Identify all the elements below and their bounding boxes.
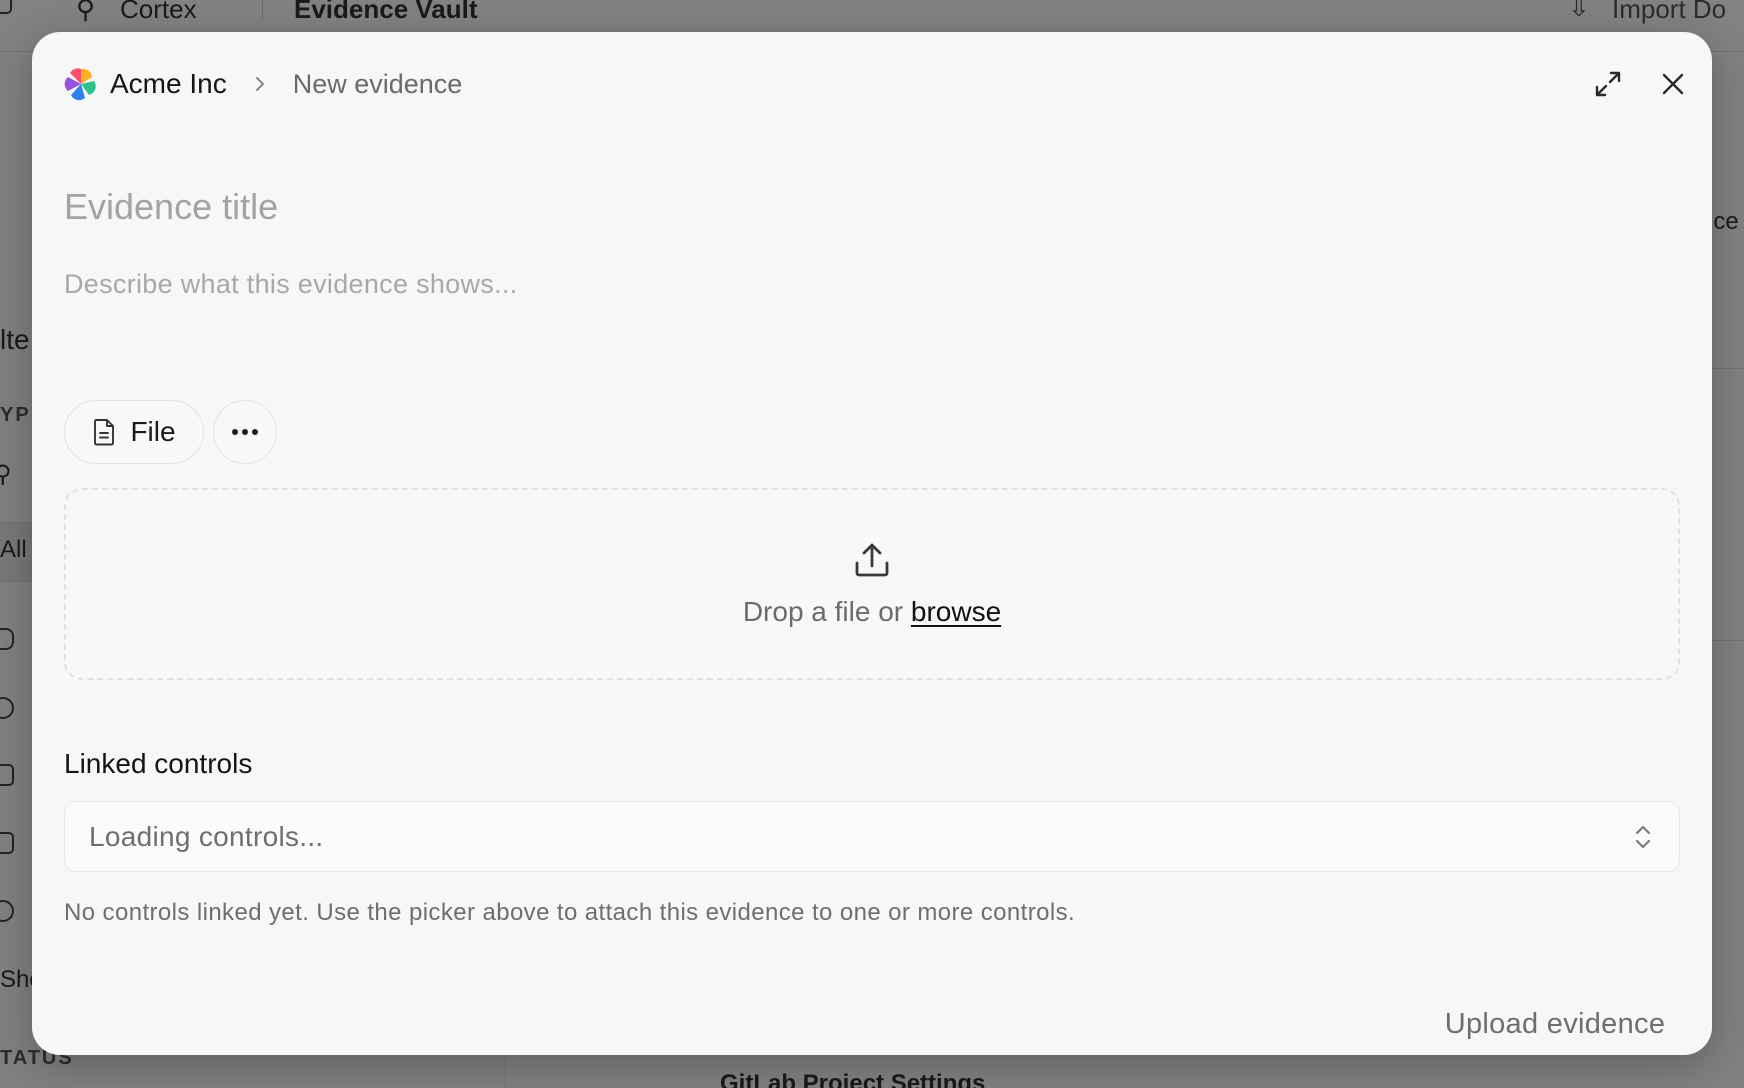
browse-link[interactable]: browse: [911, 596, 1001, 627]
type-chip-file-label: File: [130, 416, 176, 447]
chevron-right-icon: [249, 73, 271, 95]
file-icon: [94, 419, 115, 446]
dropzone-prompt: Drop a file or: [742, 596, 911, 627]
new-evidence-dialog: Acme Inc New evidence File Drop a file: [32, 32, 1712, 1055]
breadcrumb-current-page: New evidence: [292, 68, 463, 99]
linked-controls-heading: Linked controls: [64, 748, 253, 779]
controls-picker-value: Loading controls...: [89, 821, 324, 852]
close-icon: [1662, 73, 1684, 95]
type-chip-file[interactable]: File: [64, 400, 204, 464]
upload-evidence-button[interactable]: Upload evidence: [1432, 998, 1678, 1050]
evidence-title-input[interactable]: [64, 186, 1664, 228]
controls-picker[interactable]: Loading controls...: [64, 801, 1680, 872]
close-button[interactable]: [1651, 62, 1695, 106]
chevrons-up-down-icon: [1635, 825, 1651, 849]
evidence-description-input[interactable]: [64, 269, 1664, 389]
acme-logo-icon: [64, 67, 98, 101]
expand-icon: [1595, 71, 1621, 97]
linked-controls-hint: No controls linked yet. Use the picker a…: [64, 899, 1076, 926]
file-dropzone[interactable]: Drop a file or browse: [64, 488, 1680, 680]
more-horizontal-icon: [232, 429, 258, 435]
dropzone-text: Drop a file or browse: [66, 596, 1678, 628]
breadcrumb-org[interactable]: Acme Inc: [110, 68, 227, 100]
more-types-button[interactable]: [213, 400, 277, 464]
upload-icon: [855, 543, 889, 577]
expand-button[interactable]: [1586, 62, 1630, 106]
breadcrumb: Acme Inc New evidence: [64, 64, 462, 104]
